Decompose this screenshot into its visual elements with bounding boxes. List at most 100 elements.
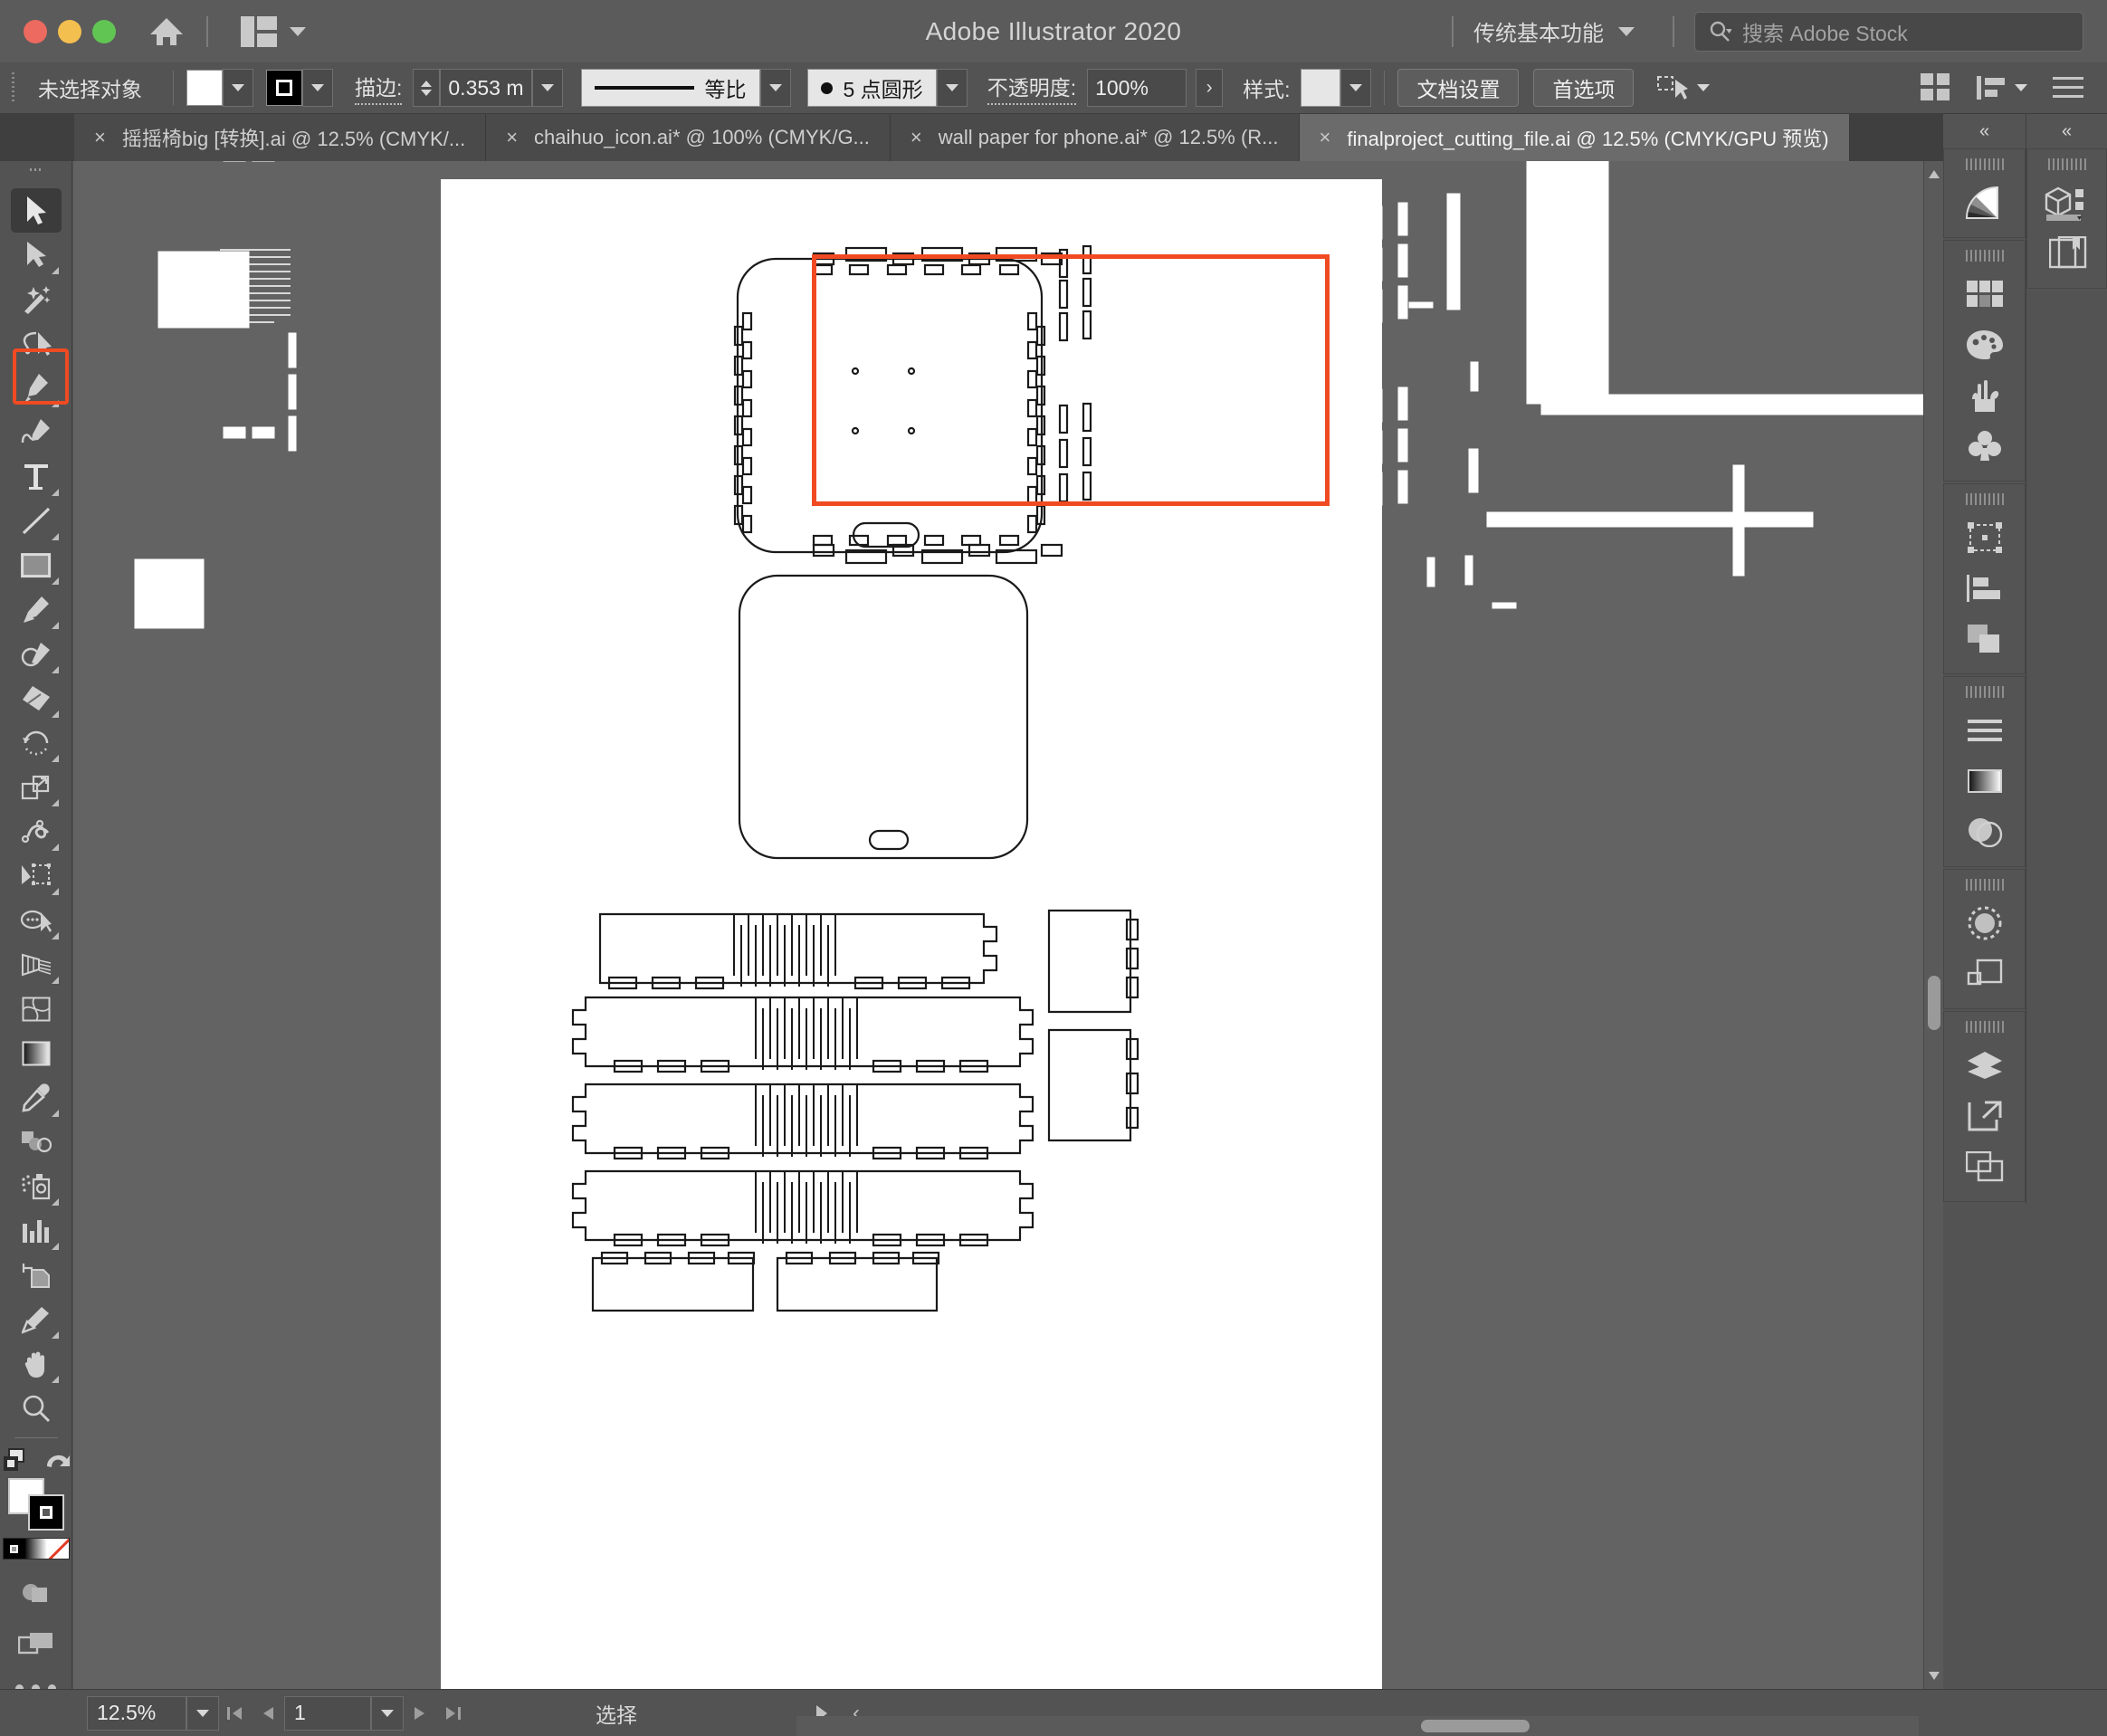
grid-view-icon[interactable] — [1921, 73, 1951, 102]
line-segment-tool[interactable] — [11, 499, 62, 543]
collapse-panel-a-button[interactable]: « — [1943, 114, 2026, 148]
close-icon[interactable]: × — [910, 126, 922, 149]
type-tool[interactable] — [11, 454, 62, 499]
selection-tool[interactable] — [10, 188, 62, 233]
maximize-window-button[interactable] — [92, 19, 116, 43]
brushes-panel-icon[interactable] — [1944, 370, 2026, 421]
edit-toolbar-icon[interactable] — [2, 1447, 31, 1474]
document-tab-0[interactable]: × 摇摇椅big [转换].ai @ 12.5% (CMYK/... — [74, 114, 487, 161]
undo-arrow-icon[interactable] — [43, 1448, 71, 1474]
rotate-tool[interactable] — [11, 720, 62, 765]
zoom-level-dropdown[interactable] — [186, 1695, 219, 1731]
3d-panel-icon[interactable] — [2027, 177, 2107, 228]
color-swatch-mode-button[interactable] — [3, 1539, 25, 1559]
panel-group-grip[interactable] — [2047, 158, 2086, 170]
width-profile-dropdown[interactable] — [759, 69, 791, 107]
shaper-tool[interactable] — [11, 632, 62, 676]
direct-selection-tool[interactable] — [11, 233, 62, 277]
layers-panel-icon[interactable] — [1944, 1040, 2026, 1091]
canvas-horizontal-scrollbar[interactable] — [796, 1716, 1919, 1736]
fill-stroke-indicator[interactable] — [7, 1478, 64, 1531]
align-panel-icon[interactable] — [1944, 563, 2026, 614]
brush-definition-field[interactable]: 5 点圆形 — [806, 69, 937, 107]
eyedropper-tool[interactable] — [11, 1075, 62, 1120]
close-icon[interactable]: × — [1320, 126, 1331, 149]
curvature-tool[interactable] — [11, 410, 62, 454]
panel-group-grip[interactable] — [1965, 879, 2004, 891]
graphic-styles-icon[interactable] — [1944, 949, 2026, 999]
width-profile-field[interactable]: 等比 — [580, 69, 760, 107]
panel-group-grip[interactable] — [1965, 686, 2004, 698]
preferences-button[interactable]: 首选项 — [1533, 69, 1635, 107]
artboard-tool[interactable] — [11, 1253, 62, 1297]
document-tab-1[interactable]: × chaihuo_icon.ai* @ 100% (CMYK/G... — [486, 114, 891, 161]
workspace-switcher-label[interactable]: 传统基本功能 — [1473, 15, 1604, 47]
panel-group-grip[interactable] — [1965, 158, 2004, 170]
home-icon[interactable] — [147, 12, 186, 52]
scroll-down-icon[interactable] — [1929, 1672, 1940, 1680]
document-tab-3[interactable]: × finalproject_cutting_file.ai @ 12.5% (… — [1299, 114, 1850, 161]
width-tool[interactable] — [11, 809, 62, 854]
close-icon[interactable]: × — [94, 126, 106, 149]
next-page-button[interactable] — [404, 1696, 436, 1731]
links-panel-icon[interactable] — [1944, 1091, 2026, 1141]
arrange-objects-button[interactable] — [1977, 74, 2027, 101]
symbol-sprayer-tool[interactable] — [11, 1164, 62, 1208]
scale-tool[interactable] — [11, 765, 62, 809]
opacity-label[interactable]: 不透明度: — [987, 71, 1077, 105]
scroll-up-icon[interactable] — [1929, 170, 1940, 178]
opacity-field[interactable]: 100% — [1087, 69, 1187, 107]
panel-group-grip[interactable] — [1965, 493, 2004, 505]
scrollbar-thumb[interactable] — [1928, 976, 1940, 1030]
libraries-panel-icon[interactable] — [2027, 228, 2107, 279]
collapse-panel-b-button[interactable]: « — [2026, 114, 2107, 148]
stroke-weight-dropdown[interactable] — [531, 69, 563, 107]
page-number-field[interactable]: 1 — [284, 1695, 371, 1731]
first-page-button[interactable] — [219, 1696, 252, 1731]
stroke-weight-label[interactable]: 描边: — [355, 71, 403, 105]
stroke-weight-stepper[interactable] — [413, 69, 441, 107]
stroke-swatch[interactable] — [27, 1494, 64, 1531]
options-menu-icon[interactable] — [2053, 75, 2083, 100]
scrollbar-thumb[interactable] — [1421, 1720, 1530, 1732]
paintbrush-tool[interactable] — [11, 587, 62, 632]
graphic-style-dropdown[interactable] — [1340, 69, 1372, 107]
perspective-grid-tool[interactable] — [11, 942, 62, 987]
zoom-tool[interactable] — [11, 1386, 62, 1430]
drawing-mode-button[interactable] — [20, 1579, 52, 1607]
control-bar-grip[interactable] — [9, 72, 18, 103]
prev-page-button[interactable] — [252, 1696, 284, 1731]
pathfinder-panel-icon[interactable] — [1944, 614, 2026, 664]
canvas-area[interactable] — [73, 161, 1943, 1689]
screen-mode-button[interactable] — [17, 1630, 54, 1657]
transparency-panel-icon[interactable] — [1944, 806, 2026, 857]
rectangle-tool[interactable] — [11, 543, 62, 587]
minimize-window-button[interactable] — [58, 19, 81, 43]
free-transform-tool[interactable] — [11, 854, 62, 898]
close-icon[interactable]: × — [506, 126, 518, 149]
gradient-panel-icon[interactable] — [1944, 177, 2026, 228]
stroke-color-swatch[interactable] — [266, 70, 302, 106]
color-mode-buttons[interactable] — [2, 1538, 70, 1560]
close-window-button[interactable] — [24, 19, 47, 43]
panel-group-grip[interactable] — [1965, 1021, 2004, 1033]
fill-color-swatch[interactable] — [186, 70, 223, 106]
artboard[interactable] — [441, 179, 1382, 1689]
brush-definition-dropdown[interactable] — [936, 69, 968, 107]
last-page-button[interactable] — [436, 1696, 469, 1731]
stroke-color-dropdown[interactable] — [302, 69, 333, 107]
document-tab-2[interactable]: × wall paper for phone.ai* @ 12.5% (R... — [890, 114, 1300, 161]
color-panel-icon[interactable] — [1944, 320, 2026, 370]
gradient-bar-icon[interactable] — [1944, 756, 2026, 806]
symbols-panel-icon[interactable] — [1944, 421, 2026, 472]
magic-wand-tool[interactable] — [11, 277, 62, 321]
chevron-down-icon[interactable] — [1618, 26, 1635, 36]
tools-panel-grip[interactable] — [29, 168, 43, 183]
lasso-tool[interactable] — [11, 321, 62, 366]
stroke-weight-field[interactable]: 0.353 m — [440, 69, 532, 107]
slice-tool[interactable] — [11, 1297, 62, 1341]
gradient-tool[interactable] — [11, 1031, 62, 1075]
mesh-tool[interactable] — [11, 987, 62, 1031]
canvas-vertical-scrollbar[interactable] — [1923, 161, 1943, 1689]
fill-color-dropdown[interactable] — [223, 69, 253, 107]
